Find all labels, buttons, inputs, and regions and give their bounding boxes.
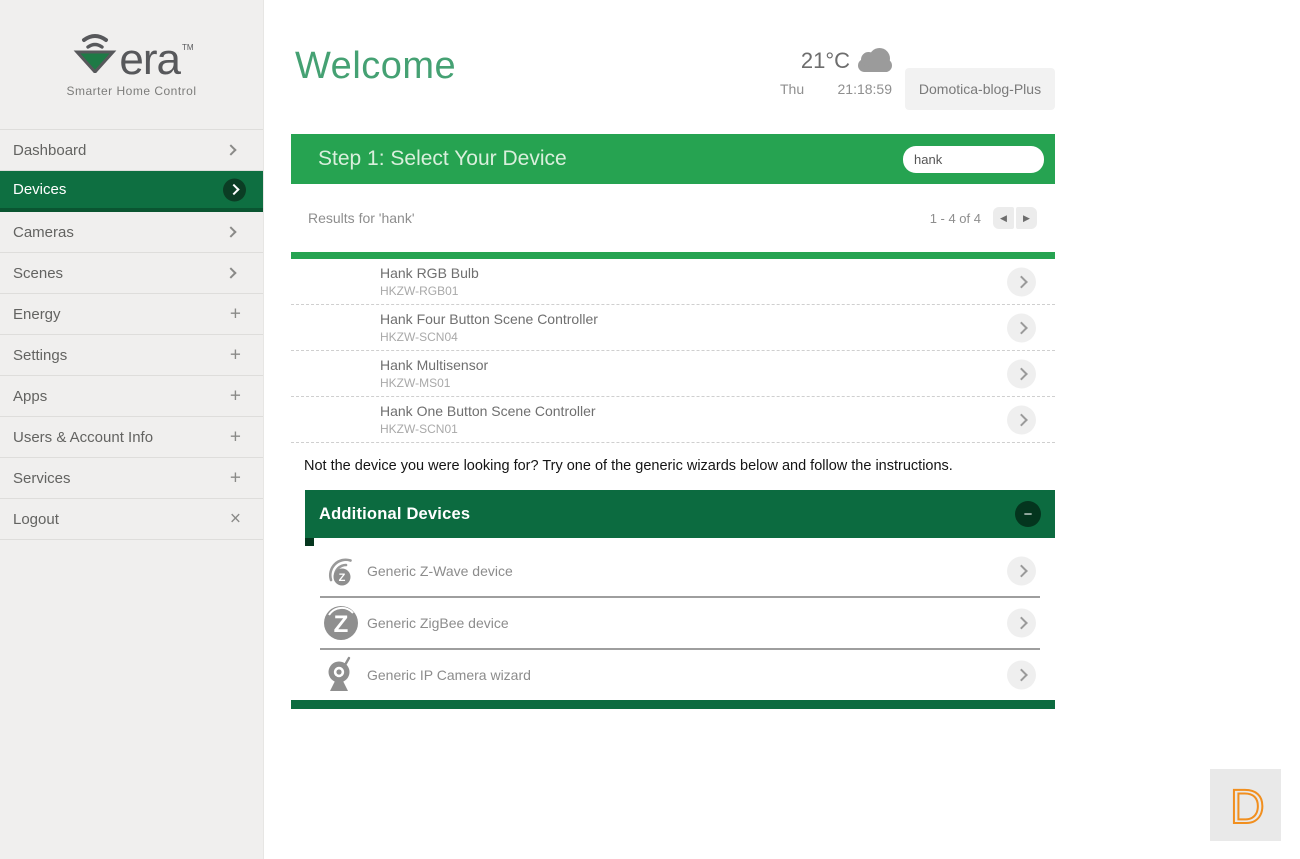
cloud-icon — [858, 47, 892, 72]
sidebar-item-scenes[interactable]: Scenes — [0, 253, 263, 294]
d-extension-badge[interactable]: D — [1210, 769, 1281, 841]
additional-devices-header: Additional Devices − — [305, 490, 1055, 538]
device-model: HKZW-MS01 — [380, 376, 451, 390]
zwave-icon: Z — [322, 554, 360, 588]
sidebar-item-dashboard[interactable]: Dashboard — [0, 130, 263, 171]
plus-icon: + — [229, 426, 241, 448]
d-letter: D — [1230, 781, 1265, 833]
select-device-button[interactable] — [1007, 660, 1036, 690]
device-model: HKZW-SCN04 — [380, 330, 458, 344]
sidebar-menu: Dashboard Devices Cameras Scenes Energy … — [0, 129, 263, 540]
device-name: Hank Four Button Scene Controller — [380, 311, 598, 327]
sidebar-item-label: Settings — [13, 346, 68, 364]
sidebar-item-label: Logout — [13, 510, 59, 528]
vera-v-icon — [71, 27, 119, 78]
plus-icon: + — [229, 303, 241, 325]
section-bottom-bar — [291, 700, 1055, 709]
logo-tagline: Smarter Home Control — [66, 84, 197, 98]
chevron-right-icon — [225, 144, 237, 156]
sidebar-item-label: Dashboard — [13, 141, 87, 159]
sidebar-item-energy[interactable]: Energy + — [0, 294, 263, 335]
main-content: Welcome 21°C Thu 21:18:59 Domotica-blog-… — [264, 0, 1300, 859]
logo-text: era — [119, 34, 181, 84]
results-label: Results for 'hank' — [308, 210, 415, 226]
logo-tm: TM — [182, 43, 194, 52]
zigbee-icon: Z — [322, 605, 360, 641]
sidebar-item-label: Devices — [13, 181, 67, 198]
device-model: HKZW-RGB01 — [380, 284, 459, 298]
minus-icon: − — [1023, 505, 1033, 523]
sidebar-item-label: Cameras — [13, 223, 74, 241]
close-icon: × — [229, 508, 241, 530]
sidebar: era TM Smarter Home Control Dashboard De… — [0, 0, 264, 859]
temperature: 21°C — [800, 48, 850, 73]
chevron-right-icon: ▶ — [1023, 212, 1030, 223]
sidebar-item-label: Users & Account Info — [13, 428, 154, 446]
green-divider — [291, 252, 1055, 259]
sidebar-item-label: Services — [13, 469, 71, 487]
device-search-input[interactable] — [903, 145, 1044, 173]
vera-logo: era TM Smarter Home Control — [0, 0, 263, 129]
ip-camera-icon — [322, 656, 360, 694]
generic-wizard-hint: Not the device you were looking for? Try… — [304, 458, 953, 474]
plus-icon: + — [229, 385, 241, 407]
plus-icon: + — [229, 467, 241, 489]
sidebar-item-users-account-info[interactable]: Users & Account Info + — [0, 417, 263, 458]
device-wizard: Step 1: Select Your Device Results for '… — [291, 134, 1055, 709]
select-device-button[interactable] — [1007, 556, 1036, 586]
select-device-button[interactable] — [1007, 405, 1036, 434]
weather-time: 21:18:59 — [837, 81, 893, 97]
sidebar-item-label: Scenes — [13, 264, 64, 282]
header-notch — [305, 538, 314, 546]
sidebar-item-services[interactable]: Services + — [0, 458, 263, 499]
sidebar-item-settings[interactable]: Settings + — [0, 335, 263, 376]
generic-device-label: Generic Z-Wave device — [367, 563, 513, 579]
step-header: Step 1: Select Your Device — [291, 134, 1055, 184]
step-title: Step 1: Select Your Device — [318, 147, 567, 170]
weather-day: Thu — [780, 81, 805, 97]
sidebar-item-apps[interactable]: Apps + — [0, 376, 263, 417]
select-device-button[interactable] — [1007, 313, 1036, 342]
collapse-section-button[interactable]: − — [1015, 501, 1041, 527]
device-result-row[interactable]: Hank RGB Bulb HKZW-RGB01 — [291, 259, 1055, 305]
controller-selector[interactable]: Domotica-blog-Plus — [905, 68, 1055, 110]
device-name: Hank Multisensor — [380, 357, 489, 373]
select-device-button[interactable] — [1007, 608, 1036, 638]
device-result-row[interactable]: Hank One Button Scene Controller HKZW-SC… — [291, 397, 1055, 443]
sidebar-item-label: Energy — [13, 305, 61, 323]
page-title: Welcome — [295, 45, 457, 87]
chevron-right-icon — [225, 226, 237, 238]
device-model: HKZW-SCN01 — [380, 422, 458, 436]
chevron-left-icon: ◀ — [1000, 212, 1007, 223]
sidebar-item-cameras[interactable]: Cameras — [0, 212, 263, 253]
page-header: Welcome 21°C Thu 21:18:59 Domotica-blog-… — [291, 0, 1055, 110]
select-device-button[interactable] — [1007, 267, 1036, 296]
results-header: Results for 'hank' 1 - 4 of 4 ◀ ▶ — [291, 184, 1055, 252]
chevron-right-circle-icon — [223, 178, 246, 201]
device-result-row[interactable]: Hank Four Button Scene Controller HKZW-S… — [291, 305, 1055, 351]
device-name: Hank One Button Scene Controller — [380, 403, 596, 419]
pagination-prev-button[interactable]: ◀ — [993, 207, 1014, 229]
svg-text:Z: Z — [339, 572, 346, 584]
pagination-next-button[interactable]: ▶ — [1016, 207, 1037, 229]
sidebar-item-label: Apps — [13, 387, 48, 405]
sidebar-item-devices[interactable]: Devices — [0, 171, 263, 212]
generic-device-label: Generic ZigBee device — [367, 615, 509, 631]
device-result-row[interactable]: Hank Multisensor HKZW-MS01 — [291, 351, 1055, 397]
generic-device-label: Generic IP Camera wizard — [367, 667, 531, 683]
results-range: 1 - 4 of 4 — [929, 210, 981, 226]
svg-text:Z: Z — [334, 611, 349, 638]
additional-devices-section: Additional Devices − Z Generic Z-Wave de… — [305, 490, 1055, 700]
plus-icon: + — [229, 344, 241, 366]
generic-device-row[interactable]: Z Generic ZigBee device — [305, 598, 1055, 648]
select-device-button[interactable] — [1007, 359, 1036, 388]
generic-device-row[interactable]: Generic IP Camera wizard — [305, 650, 1055, 700]
chevron-right-icon — [225, 267, 237, 279]
device-name: Hank RGB Bulb — [380, 265, 479, 281]
weather-widget: 21°C Thu 21:18:59 — [780, 47, 893, 97]
sidebar-item-logout[interactable]: Logout × — [0, 499, 263, 540]
generic-device-row[interactable]: Z Generic Z-Wave device — [305, 546, 1055, 596]
additional-devices-title: Additional Devices — [319, 504, 471, 523]
